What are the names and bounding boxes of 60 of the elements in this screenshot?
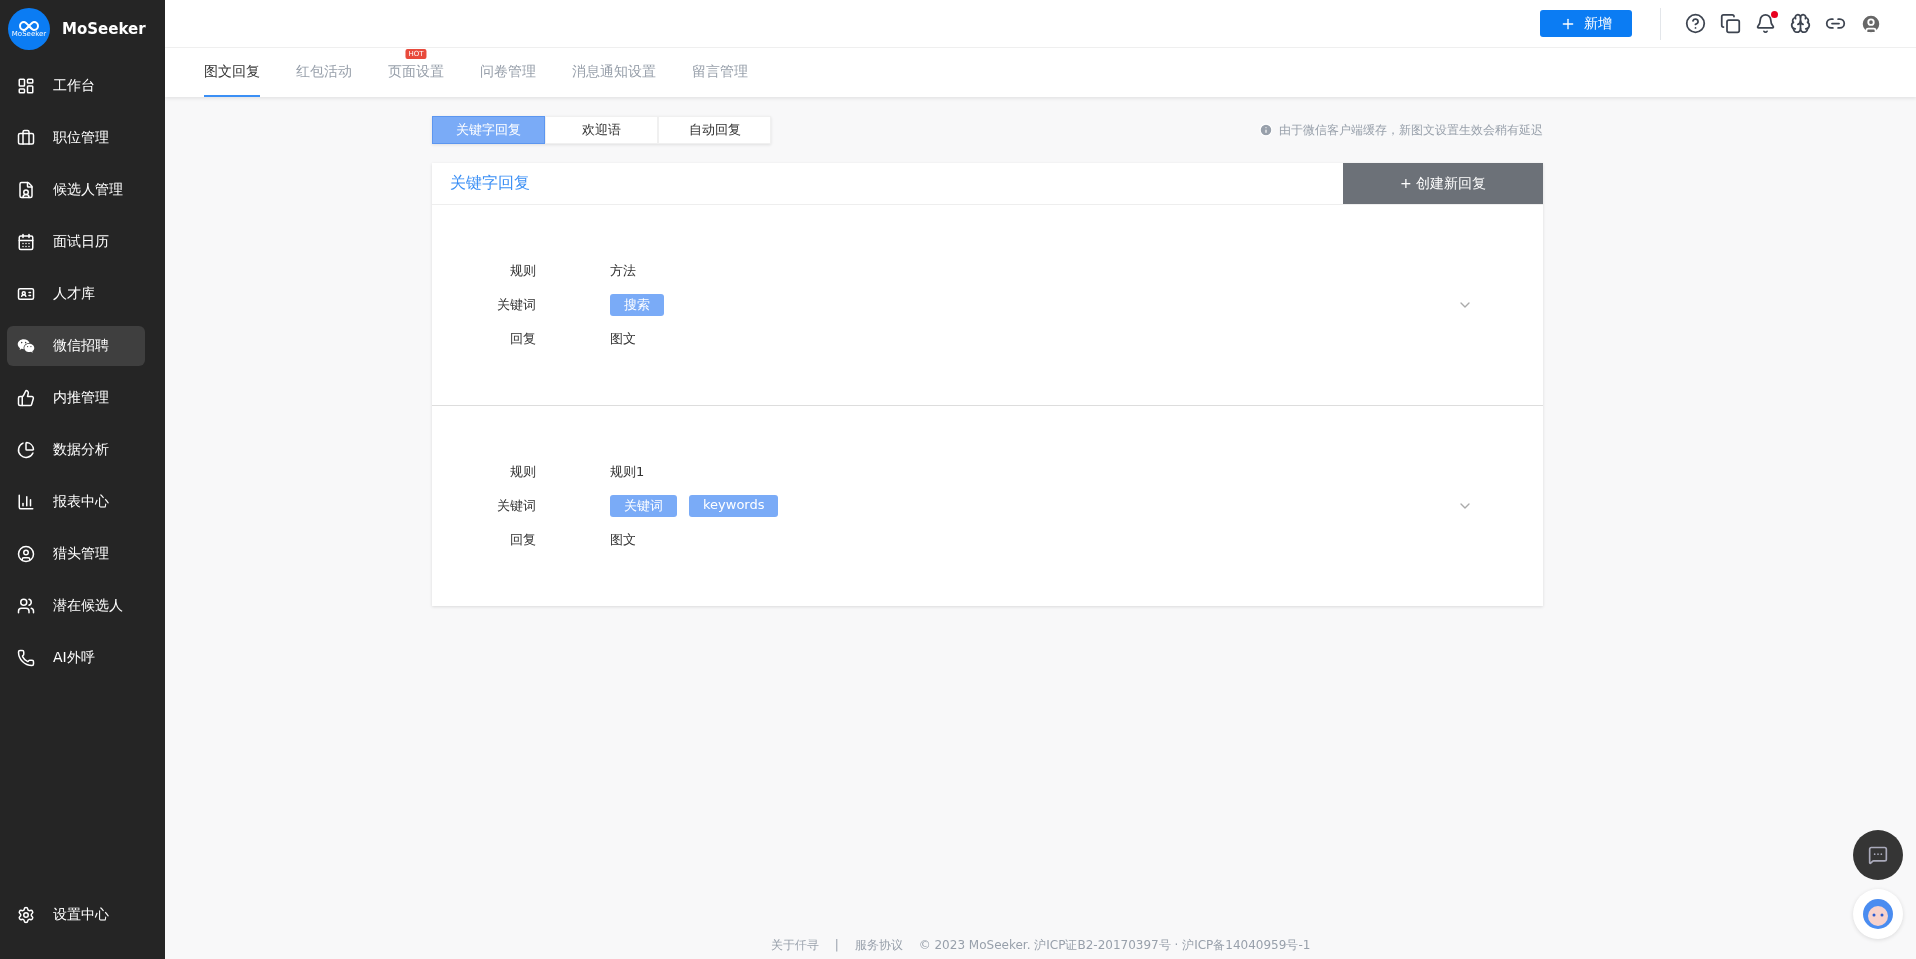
- brain-icon[interactable]: [1790, 13, 1811, 34]
- create-reply-button[interactable]: + 创建新回复: [1343, 163, 1543, 204]
- field-label: 关键词: [496, 296, 536, 314]
- card-title: 关键字回复: [449, 173, 530, 194]
- nav-item[interactable]: 内推管理: [7, 378, 145, 418]
- footer-separator: |: [834, 938, 839, 952]
- new-button[interactable]: 新增: [1540, 10, 1632, 37]
- field-value: 图文: [610, 330, 637, 348]
- notice-text: 由于微信客户端缓存，新图文设置生效会稍有延迟: [1279, 121, 1543, 139]
- segment-button[interactable]: 欢迎语: [545, 116, 658, 144]
- nav-item[interactable]: 候选人管理: [7, 170, 145, 210]
- message-icon: [1868, 845, 1888, 865]
- nav-item[interactable]: 微信招聘: [7, 326, 145, 366]
- keyword-tag: 关键词: [610, 495, 677, 517]
- documents-icon[interactable]: [1720, 13, 1741, 34]
- tab[interactable]: 图文回复: [204, 63, 260, 97]
- robot-face-icon: [1861, 897, 1895, 931]
- nav-item[interactable]: 职位管理: [7, 118, 145, 158]
- chat-bubbles-icon: [17, 337, 35, 355]
- settings-icon: [17, 906, 35, 924]
- chat-button[interactable]: [1853, 830, 1903, 880]
- phone-icon: [17, 649, 35, 667]
- assistant-button[interactable]: [1853, 889, 1903, 939]
- field-label: 回复: [509, 330, 536, 348]
- nav-item[interactable]: 人才库: [7, 274, 145, 314]
- info-icon: [1259, 123, 1273, 137]
- field-label: 规则: [509, 262, 536, 280]
- field-value: 方法: [610, 262, 637, 280]
- keyword-tag: 搜索: [610, 294, 664, 316]
- nav-item[interactable]: 面试日历: [7, 222, 145, 262]
- nav-item[interactable]: 猎头管理: [7, 534, 145, 574]
- brand-name: MoSeeker: [62, 20, 146, 38]
- users-icon: [17, 597, 35, 615]
- field-value: 图文: [610, 531, 637, 549]
- help-icon[interactable]: [1685, 13, 1706, 34]
- nav-item[interactable]: AI外呼: [7, 638, 145, 678]
- id-card-icon: [17, 285, 35, 303]
- nav-item[interactable]: 潜在候选人: [7, 586, 145, 626]
- notification-icon[interactable]: [1755, 13, 1776, 34]
- dashboard-icon: [17, 77, 35, 95]
- thumbs-up-icon: [17, 389, 35, 407]
- pie-chart-icon: [17, 441, 35, 459]
- briefcase-icon: [17, 129, 35, 147]
- bar-chart-icon: [17, 493, 35, 511]
- field-value: 规则1: [610, 463, 646, 481]
- copyright-text: © 2023 MoSeeker. 沪ICP证B2-20170397号 · 沪ICP备14040959号-1: [918, 936, 1311, 954]
- nav-item[interactable]: 数据分析: [7, 430, 145, 470]
- segment-button[interactable]: 自动回复: [658, 116, 771, 144]
- field-label: 关键词: [496, 497, 536, 515]
- nav-item[interactable]: 工作台: [7, 66, 145, 106]
- calendar-icon: [17, 233, 35, 251]
- nav-item[interactable]: 报表中心: [7, 482, 145, 522]
- user-circle-icon: [17, 545, 35, 563]
- avatar-icon[interactable]: [1860, 12, 1882, 35]
- infinity-icon: [18, 20, 40, 31]
- field-label: 回复: [509, 531, 536, 549]
- nav-item[interactable]: 设置中心: [7, 895, 145, 935]
- field-label: 规则: [509, 463, 536, 481]
- keyword-tag: keywords: [689, 495, 779, 517]
- document-user-icon: [17, 181, 35, 199]
